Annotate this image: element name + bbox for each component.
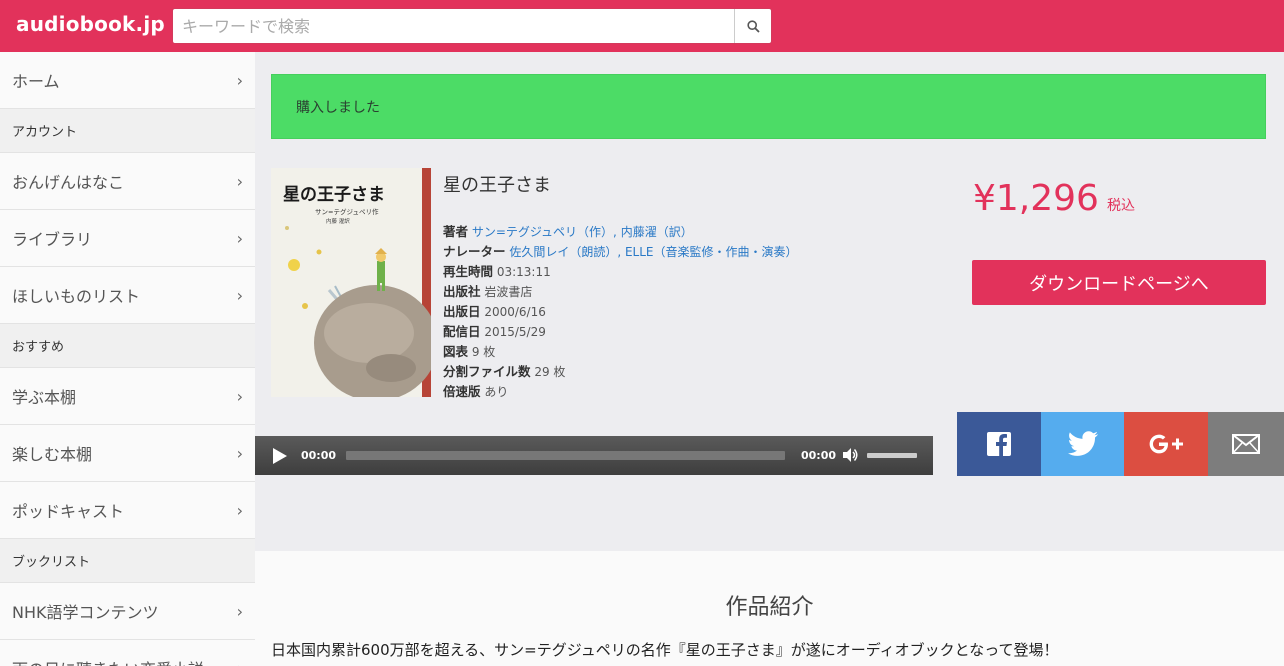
sidebar-section-booklist: ブックリスト	[0, 539, 255, 583]
googleplus-icon	[1149, 434, 1183, 454]
sidebar-item-label: ポッドキャスト	[12, 502, 125, 521]
files-value: 29 枚	[534, 365, 566, 379]
search-button[interactable]	[734, 9, 771, 43]
price-block: ¥1,296 税込	[973, 178, 1135, 219]
pubdate-value: 2000/6/16	[484, 305, 546, 319]
chevron-right-icon: ›	[236, 443, 243, 463]
current-time: 00:00	[301, 449, 337, 462]
sidebar-item-user[interactable]: おんげんはなこ ›	[0, 153, 255, 210]
chevron-right-icon: ›	[236, 171, 243, 191]
sidebar-section-label: おすすめ	[12, 340, 65, 355]
sidebar-item-home[interactable]: ホーム ›	[0, 52, 255, 109]
purchase-success-alert: 購入しました	[271, 74, 1266, 139]
pubdate-label: 出版日	[443, 304, 481, 319]
chevron-right-icon: ›	[236, 500, 243, 520]
chevron-right-icon: ›	[236, 285, 243, 305]
cover-translator-text: 内藤 濯訳	[326, 217, 350, 225]
sidebar-item-label: おんげんはなこ	[12, 173, 125, 192]
search-input[interactable]	[173, 9, 735, 43]
site-logo[interactable]: audiobook.jp	[16, 12, 165, 36]
sidebar-item-rainy-day[interactable]: 雨の日に聴きたい恋愛小説 ›	[0, 640, 255, 666]
chevron-right-icon: ›	[236, 601, 243, 621]
price-amount: ¥1,296	[973, 178, 1099, 219]
description-section: 作品紹介 日本国内累計600万部を超える、サン=テグジュペリの名作『星の王子さま…	[255, 551, 1284, 666]
share-googleplus-button[interactable]	[1124, 412, 1208, 476]
chevron-right-icon: ›	[236, 70, 243, 90]
tax-note: 税込	[1106, 198, 1135, 214]
sidebar-item-label: ホーム	[12, 72, 60, 91]
cover-title-text: 星の王子さま	[283, 185, 385, 205]
sidebar-section-label: ブックリスト	[12, 555, 91, 570]
sidebar-item-podcast[interactable]: ポッドキャスト ›	[0, 482, 255, 539]
book-cover: 星の王子さま サン=テグジュペリ作 内藤 濯訳	[271, 168, 431, 397]
author-label: 著者	[443, 224, 469, 239]
files-label: 分割ファイル数	[443, 364, 531, 379]
sidebar-item-nhk[interactable]: NHK語学コンテンツ ›	[0, 583, 255, 640]
runtime-label: 再生時間	[443, 264, 494, 279]
search-box	[172, 8, 772, 44]
sidebar-item-learn-shelf[interactable]: 学ぶ本棚 ›	[0, 368, 255, 425]
sidebar-section-recommended: おすすめ	[0, 324, 255, 368]
sidebar-item-label: ライブラリ	[12, 230, 93, 249]
mail-icon	[1232, 434, 1260, 454]
volume-icon[interactable]	[841, 446, 859, 464]
sidebar-item-label: ほしいものリスト	[12, 287, 141, 306]
sidebar-item-wishlist[interactable]: ほしいものリスト ›	[0, 267, 255, 324]
share-facebook-button[interactable]	[957, 412, 1041, 476]
figures-label: 図表	[443, 344, 469, 359]
sidebar-section-label: アカウント	[12, 125, 78, 140]
sidebar-item-label: 学ぶ本棚	[12, 388, 77, 407]
chevron-right-icon: ›	[236, 228, 243, 248]
sidebar-item-library[interactable]: ライブラリ ›	[0, 210, 255, 267]
share-mail-button[interactable]	[1208, 412, 1284, 476]
figures-value: 9 枚	[471, 345, 496, 359]
sidebar-item-label: 雨の日に聴きたい恋愛小説	[12, 656, 204, 666]
duration-time: 00:00	[801, 449, 837, 462]
publisher-value: 岩波書店	[484, 285, 533, 299]
speed-label: 倍速版	[443, 384, 481, 399]
facebook-icon	[987, 432, 1011, 456]
search-icon	[746, 19, 760, 33]
progress-rail[interactable]	[346, 451, 785, 460]
description-heading: 作品紹介	[725, 595, 814, 620]
chevron-right-icon: ›	[237, 659, 243, 666]
sidebar-nav: ホーム › アカウント おんげんはなこ › ライブラリ › ほしいものリスト › おすす…	[0, 52, 255, 666]
cover-author-text: サン=テグジュペリ作	[315, 207, 379, 216]
sidebar-item-label: 楽しむ本棚	[12, 445, 93, 464]
audio-player: 00:00 00:00	[255, 436, 933, 475]
download-page-button[interactable]: ダウンロードページへ	[972, 260, 1266, 305]
author-link[interactable]: サン=テグジュペリ（作）, 内藤濯（訳）	[472, 225, 693, 239]
narrator-label: ナレーター	[443, 244, 506, 259]
publisher-label: 出版社	[443, 284, 481, 299]
top-header: audiobook.jp	[0, 0, 1284, 52]
alert-message: 購入しました	[296, 99, 380, 116]
book-metadata: 著者 サン=テグジュペリ（作）, 内藤濯（訳） ナレーター 佐久間レイ（朗読）,…	[443, 222, 798, 402]
description-text: 日本国内累計600万部を超える、サン=テグジュペリの名作『星の王子さま』が遂にオ…	[271, 641, 1059, 659]
release-value: 2015/5/29	[484, 325, 546, 339]
share-twitter-button[interactable]	[1041, 412, 1125, 476]
book-cover-art: 星の王子さま サン=テグジュペリ作 内藤 濯訳	[271, 168, 431, 397]
play-icon[interactable]	[273, 448, 287, 464]
sidebar-item-label: NHK語学コンテンツ	[12, 603, 159, 622]
release-label: 配信日	[443, 324, 481, 339]
book-title: 星の王子さま	[443, 175, 551, 196]
narrator-link[interactable]: 佐久間レイ（朗読）, ELLE（音楽監修・作曲・演奏）	[509, 245, 797, 259]
twitter-icon	[1067, 431, 1099, 456]
speed-value: あり	[484, 385, 509, 399]
sidebar-section-account: アカウント	[0, 109, 255, 153]
runtime-value: 03:13:11	[496, 265, 551, 279]
sidebar-item-fun-shelf[interactable]: 楽しむ本棚 ›	[0, 425, 255, 482]
chevron-right-icon: ›	[236, 386, 243, 406]
volume-slider[interactable]	[867, 453, 917, 458]
